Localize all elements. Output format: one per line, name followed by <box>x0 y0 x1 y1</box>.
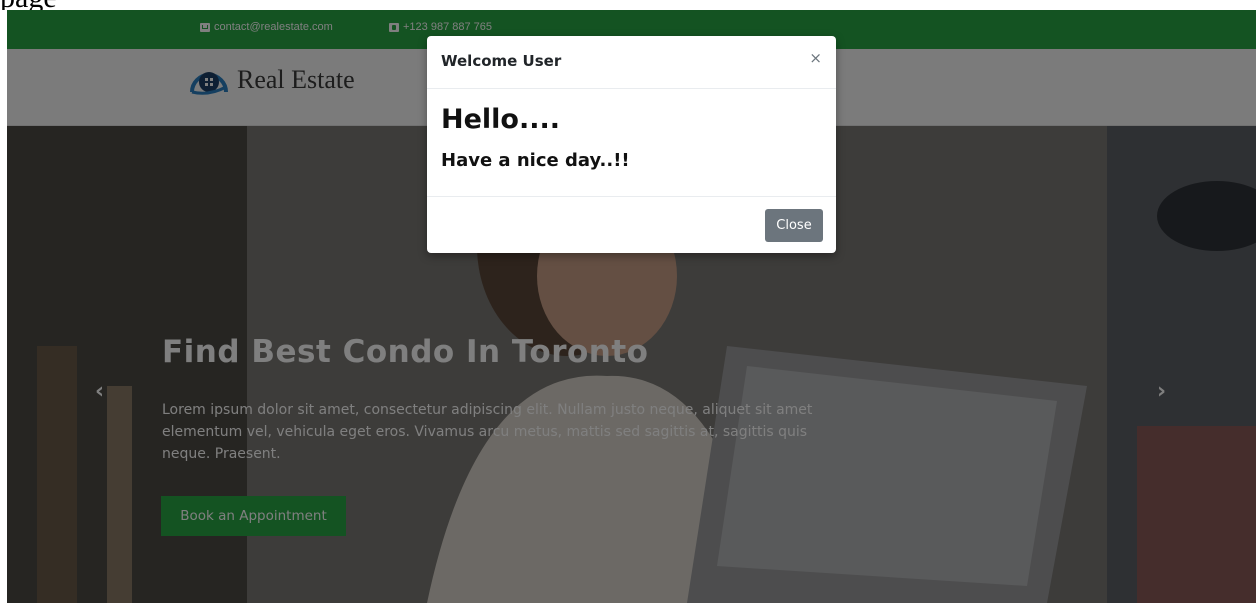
modal-footer: Close <box>427 196 836 253</box>
modal-title: Welcome User <box>441 52 562 70</box>
modal-heading: Hello.... <box>441 104 560 135</box>
welcome-modal: Welcome User × Hello.... Have a nice day… <box>427 36 836 253</box>
modal-header: Welcome User × <box>427 36 836 89</box>
document-label: page <box>0 0 240 10</box>
modal-close-button[interactable]: Close <box>765 209 823 242</box>
browser-viewport: contact@realestate.com +123 987 887 765 … <box>7 10 1256 603</box>
modal-subheading: Have a nice day..!! <box>441 150 630 171</box>
close-icon[interactable]: × <box>809 49 822 67</box>
